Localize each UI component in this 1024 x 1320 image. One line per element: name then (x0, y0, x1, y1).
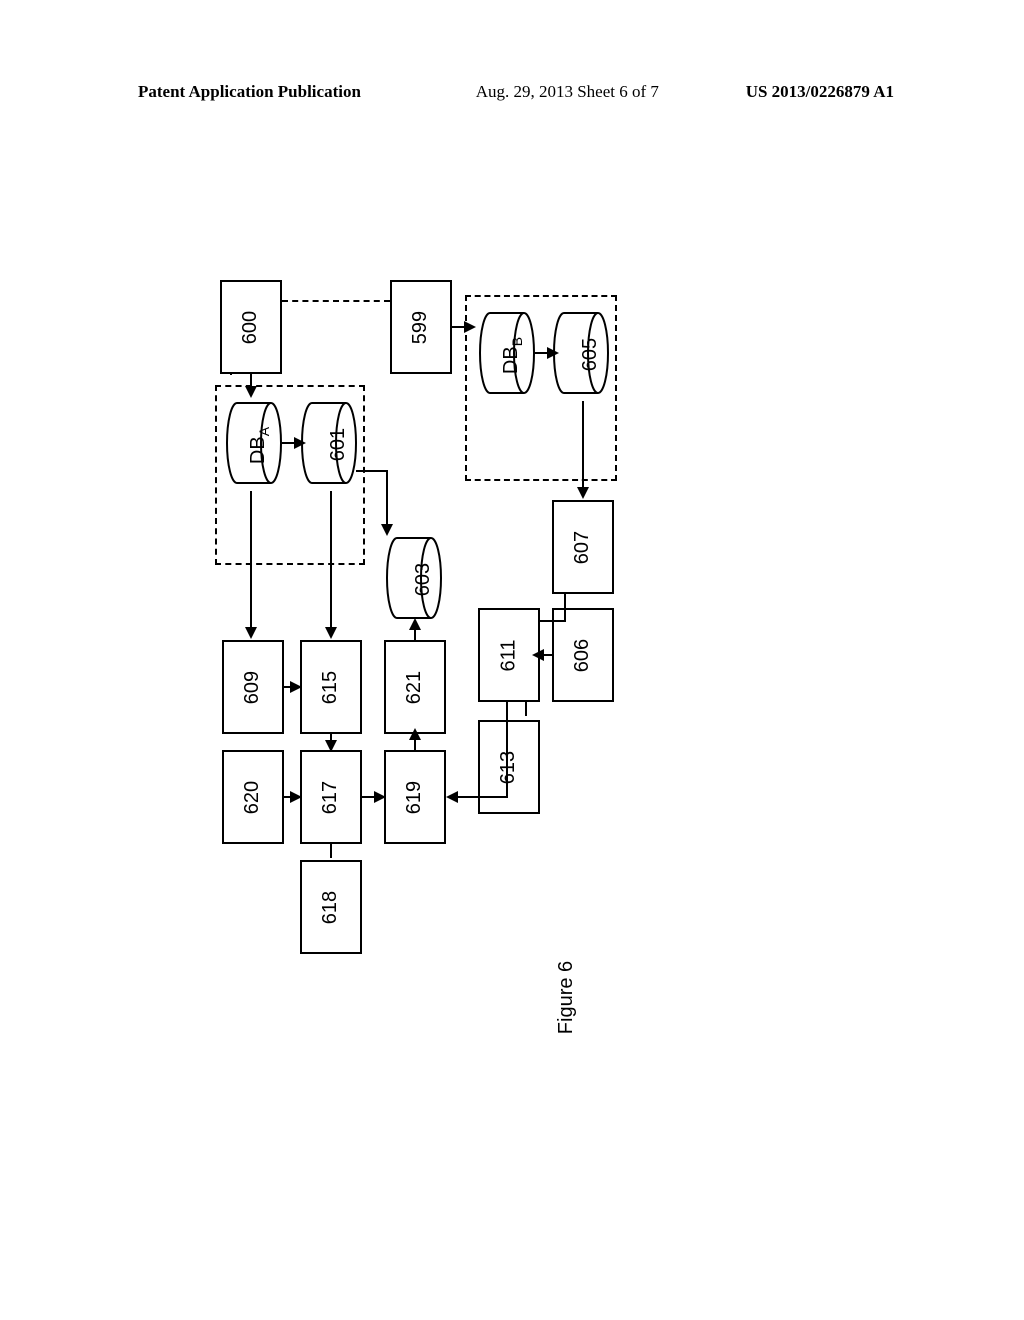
label-618: 618 (320, 890, 343, 923)
dash (230, 374, 232, 375)
label-617: 617 (320, 780, 343, 813)
label-619: 619 (404, 780, 427, 813)
box-618: 618 (300, 860, 362, 954)
label-620: 620 (242, 780, 265, 813)
box-619: 619 (384, 750, 446, 844)
header-right: US 2013/0226879 A1 (746, 82, 894, 102)
box-615: 615 (300, 640, 362, 734)
page-header: Patent Application Publication Aug. 29, … (0, 82, 1024, 102)
db-603-label: 603 (412, 563, 435, 596)
arrow-head (381, 524, 393, 536)
label-621: 621 (404, 670, 427, 703)
arrow-head (577, 487, 589, 499)
arrow (356, 470, 388, 472)
arrow (539, 620, 566, 622)
arrow-head (325, 627, 337, 639)
arrow (564, 594, 566, 622)
box-609: 609 (222, 640, 284, 734)
arrow-head (245, 627, 257, 639)
figure-caption: Figure 6 (555, 961, 578, 1034)
header-mid: Aug. 29, 2013 Sheet 6 of 7 (476, 82, 659, 102)
arrow (582, 401, 584, 491)
arrow-head (547, 347, 559, 359)
arrow (250, 491, 252, 631)
box-600: 600 (220, 280, 282, 374)
box-620: 620 (222, 750, 284, 844)
db-b: DBB (478, 305, 536, 401)
header-left: Patent Application Publication (138, 82, 361, 102)
box-611: 611 (478, 608, 540, 702)
box-599: 599 (390, 280, 452, 374)
label-613: 613 (498, 750, 521, 783)
box-613: 613 (478, 720, 540, 814)
arrow-head (409, 728, 421, 740)
arrow (330, 844, 332, 858)
arrow-head (245, 386, 257, 398)
db-a-label: DBA (247, 427, 272, 464)
label-607: 607 (572, 530, 595, 563)
arrow-head (409, 618, 421, 630)
arrow (506, 702, 508, 796)
arrow (525, 702, 527, 716)
arrow-head (374, 791, 386, 803)
arrow (456, 796, 508, 798)
box-606: 606 (552, 608, 614, 702)
arrow (386, 470, 388, 528)
db-a: DBA (225, 395, 283, 491)
label-599: 599 (410, 310, 433, 343)
dash-600-599 (282, 300, 390, 302)
box-617: 617 (300, 750, 362, 844)
arrow-head (464, 321, 476, 333)
label-606: 606 (572, 638, 595, 671)
arrow-head (290, 791, 302, 803)
db-601: 601 (300, 395, 358, 491)
box-621: 621 (384, 640, 446, 734)
arrow-head (532, 649, 544, 661)
db-b-label: DBB (500, 337, 525, 374)
label-600: 600 (240, 310, 263, 343)
arrow (330, 491, 332, 631)
db-605-label: 605 (579, 338, 602, 371)
arrow-head (290, 681, 302, 693)
db-603: 603 (385, 530, 443, 626)
db-601-label: 601 (327, 428, 350, 461)
arrow-head (325, 740, 337, 752)
label-609: 609 (242, 670, 265, 703)
label-615: 615 (320, 670, 343, 703)
diagram-canvas: Patent Application Publication Aug. 29, … (0, 0, 1024, 1320)
arrow-head (446, 791, 458, 803)
box-607: 607 (552, 500, 614, 594)
db-605: 605 (552, 305, 610, 401)
label-611: 611 (497, 639, 520, 671)
arrow-head (294, 437, 306, 449)
